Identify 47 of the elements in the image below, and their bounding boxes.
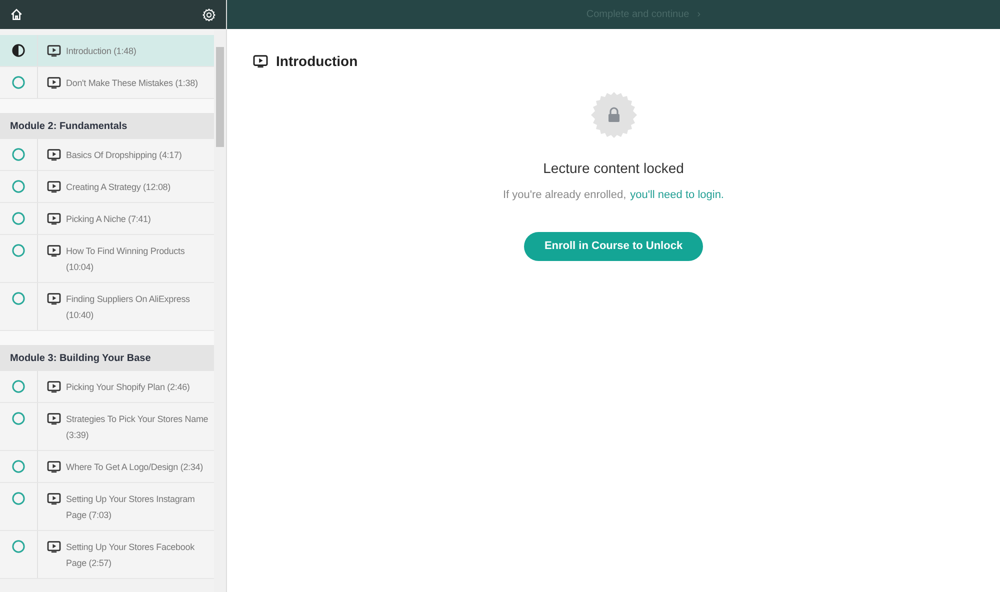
lesson-item[interactable]: Don't Make These Mistakes (1:38) bbox=[0, 67, 214, 99]
lesson-title: Strategies To Pick Your Stores Name (3:39) bbox=[66, 413, 210, 442]
video-icon bbox=[47, 493, 61, 505]
lesson-title: Finding Suppliers On AliExpress (10:40) bbox=[66, 293, 191, 322]
home-icon[interactable] bbox=[10, 8, 23, 21]
lecture-title: Introduction bbox=[276, 52, 358, 71]
lesson-title: Setting Up Your Stores Instagram Page (7:03) bbox=[66, 493, 196, 522]
lesson-title: How To Find Winning Products (10:04) bbox=[66, 245, 186, 274]
login-link[interactable]: you'll need to login. bbox=[630, 187, 724, 204]
lesson-item[interactable]: Introduction (1:48) bbox=[0, 35, 214, 67]
lesson-item[interactable]: Picking Your Shopify Plan (2:46) bbox=[0, 371, 214, 403]
module-header: Module 3: Building Your Base bbox=[0, 345, 214, 371]
settings-icon[interactable] bbox=[202, 8, 216, 22]
lesson-title: Setting Up Your Stores Facebook Page (2:57) bbox=[66, 541, 196, 570]
video-icon bbox=[47, 541, 61, 553]
video-icon bbox=[253, 55, 268, 68]
lesson-item[interactable]: Where To Get A Logo/Design (2:34) bbox=[0, 451, 214, 483]
lesson-item[interactable]: Setting Up Your Stores Facebook Page (2:57) bbox=[0, 531, 214, 579]
enroll-button[interactable]: Enroll in Course to Unlock bbox=[524, 232, 703, 260]
lesson-item[interactable]: Creating A Strategy (12:08) bbox=[0, 171, 214, 203]
video-icon bbox=[47, 149, 61, 161]
lesson-item[interactable]: Basics Of Dropshipping (4:17) bbox=[0, 139, 214, 171]
notice-text: If you're already enrolled, bbox=[502, 188, 626, 203]
lesson-item[interactable]: Picking A Niche (7:41) bbox=[0, 203, 214, 235]
video-icon bbox=[47, 413, 61, 425]
lesson-title: Where To Get A Logo/Design (2:34) bbox=[66, 461, 203, 474]
video-icon bbox=[47, 461, 61, 473]
lesson-item[interactable]: Strategies To Pick Your Stores Name (3:39) bbox=[0, 403, 214, 451]
video-icon bbox=[47, 381, 61, 393]
video-icon bbox=[47, 293, 61, 305]
lesson-title: Basics Of Dropshipping (4:17) bbox=[66, 149, 182, 162]
lesson-title: Picking A Niche (7:41) bbox=[66, 213, 151, 226]
lock-icon bbox=[590, 92, 636, 138]
video-icon bbox=[47, 45, 61, 57]
video-icon bbox=[47, 245, 61, 257]
video-icon bbox=[47, 213, 61, 225]
locked-heading: Lecture content locked bbox=[543, 159, 684, 178]
lesson-title: Creating A Strategy (12:08) bbox=[66, 181, 171, 194]
lesson-item[interactable]: Setting Up Your Stores Instagram Page (7:03) bbox=[0, 483, 214, 531]
lesson-item[interactable]: How To Find Winning Products (10:04) bbox=[0, 235, 214, 283]
video-icon bbox=[47, 77, 61, 89]
lesson-title: Picking Your Shopify Plan (2:46) bbox=[66, 381, 190, 394]
lesson-item[interactable]: Finding Suppliers On AliExpress (10:40) bbox=[0, 283, 214, 331]
video-icon bbox=[47, 181, 61, 193]
lesson-title: Don't Make These Mistakes (1:38) bbox=[66, 77, 198, 90]
lesson-title: Introduction (1:48) bbox=[66, 45, 136, 58]
module-header: Module 2: Fundamentals bbox=[0, 113, 214, 139]
